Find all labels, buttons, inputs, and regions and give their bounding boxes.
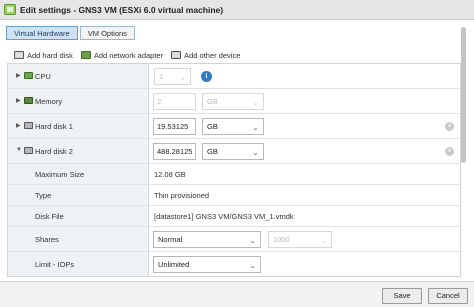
remove-device-icon[interactable]: × <box>445 147 454 156</box>
hard-disk-1-unit-value: GB <box>207 122 218 131</box>
add-hard-disk-button[interactable]: Add hard disk <box>14 51 73 60</box>
hardware-toolbar: Add hard disk Add network adapter Add ot… <box>14 48 240 62</box>
type-label-cell: Type <box>8 185 149 205</box>
tab-bar: Virtual Hardware VM Options <box>6 26 135 40</box>
row-limit-iops: Limit - IOPs Unlimited ⌄ <box>8 252 460 276</box>
limit-iops-select[interactable]: Unlimited ⌄ <box>153 256 261 273</box>
hard-disk-2-unit-select[interactable]: GB ⌄ <box>202 143 264 160</box>
maximum-size-label: Maximum Size <box>35 170 85 179</box>
hard-disk-2-size-input[interactable]: 488.28125 <box>153 143 196 160</box>
row-shares: Shares Normal ⌄ 1000 ⌄ <box>8 227 460 252</box>
info-icon[interactable]: i <box>201 71 212 82</box>
limit-iops-label-cell: Limit - IOPs <box>8 252 149 276</box>
hard-disk-icon <box>24 147 33 154</box>
cpu-select-value: 1 <box>159 72 164 81</box>
remove-device-icon[interactable]: × <box>445 122 454 131</box>
memory-input[interactable]: 2 <box>153 93 196 110</box>
hardware-grid: ▶ CPU 1 ⌄ i ▶ Memory 2 GB ⌄ ▶ Hard disk … <box>7 63 461 277</box>
row-maximum-size: Maximum Size 12.08 GB <box>8 164 460 185</box>
dialog-footer: Save Cancel <box>0 281 474 307</box>
expand-arrow-icon[interactable]: ▶ <box>16 97 21 104</box>
chevron-down-icon: ⌄ <box>252 148 259 157</box>
maximum-size-value: 12.08 GB <box>154 170 186 179</box>
row-hard-disk-1: ▶ Hard disk 1 19.53125 GB ⌄ × <box>8 114 460 139</box>
hard-disk-2-unit-value: GB <box>207 147 218 156</box>
chevron-down-icon: ⌄ <box>252 98 259 107</box>
add-other-device-label: Add other device <box>184 50 241 60</box>
memory-label: Memory <box>35 97 63 106</box>
memory-unit-select[interactable]: GB ⌄ <box>202 93 264 110</box>
type-value: Thin provisioned <box>154 191 210 200</box>
disk-file-label-cell: Disk File <box>8 206 149 226</box>
save-button[interactable]: Save <box>382 288 422 304</box>
chevron-down-icon: ⌄ <box>249 261 256 270</box>
chevron-down-icon: ⌄ <box>179 73 186 82</box>
chevron-down-icon: ⌄ <box>252 123 259 132</box>
cpu-icon <box>24 72 33 79</box>
memory-icon <box>24 97 33 104</box>
row-type: Type Thin provisioned <box>8 185 460 206</box>
row-disk-file: Disk File [datastore1] GNS3 VM/GNS3 VM_1… <box>8 206 460 227</box>
cpu-select[interactable]: 1 ⌄ <box>154 68 191 85</box>
row-cpu: ▶ CPU 1 ⌄ i <box>8 64 460 89</box>
add-other-device-button[interactable]: Add other device <box>171 51 240 60</box>
vm-icon <box>4 4 16 15</box>
add-network-adapter-button[interactable]: Add network adapter <box>80 50 164 60</box>
shares-select-value: Normal <box>158 235 183 244</box>
expand-arrow-icon[interactable]: ▶ <box>16 122 21 129</box>
cpu-label: CPU <box>35 72 51 81</box>
limit-iops-label: Limit - IOPs <box>35 260 75 269</box>
shares-select[interactable]: Normal ⌄ <box>153 231 261 248</box>
shares-label-cell: Shares <box>8 227 149 251</box>
shares-label: Shares <box>35 235 59 244</box>
maximum-size-label-cell: Maximum Size <box>8 164 149 184</box>
shares-amount-select[interactable]: 1000 ⌄ <box>268 231 332 248</box>
add-network-adapter-label: Add network adapter <box>93 50 164 60</box>
memory-label-cell[interactable]: ▶ Memory <box>8 89 149 113</box>
memory-unit-value: GB <box>207 97 218 106</box>
chevron-down-icon: ⌄ <box>320 236 327 245</box>
row-hard-disk-2: ▼ Hard disk 2 488.28125 GB ⌄ × <box>8 139 460 164</box>
tab-virtual-hardware[interactable]: Virtual Hardware <box>6 26 78 40</box>
network-adapter-icon <box>80 51 91 59</box>
window-titlebar: Edit settings - GNS3 VM (ESXi 6.0 virtua… <box>0 0 474 20</box>
hard-disk-icon <box>14 51 24 59</box>
scrollbar[interactable] <box>461 27 466 163</box>
tab-vm-options[interactable]: VM Options <box>79 26 135 40</box>
limit-iops-select-value: Unlimited <box>158 260 190 269</box>
hard-disk-icon <box>24 122 33 129</box>
window-title: Edit settings - GNS3 VM (ESXi 6.0 virtua… <box>20 5 224 15</box>
cancel-button[interactable]: Cancel <box>428 288 468 304</box>
disk-file-value: [datastore1] GNS3 VM/GNS3 VM_1.vmdk <box>154 212 294 221</box>
row-memory: ▶ Memory 2 GB ⌄ <box>8 89 460 114</box>
hard-disk-1-label: Hard disk 1 <box>35 122 73 131</box>
cpu-label-cell[interactable]: ▶ CPU <box>8 64 149 88</box>
hard-disk-1-size-input[interactable]: 19.53125 <box>153 118 196 135</box>
collapse-arrow-icon[interactable]: ▼ <box>16 147 22 153</box>
expand-arrow-icon[interactable]: ▶ <box>16 72 21 79</box>
add-hard-disk-label: Add hard disk <box>27 50 73 60</box>
hard-disk-1-unit-select[interactable]: GB ⌄ <box>202 118 264 135</box>
chevron-down-icon: ⌄ <box>249 236 256 245</box>
hard-disk-2-label-cell[interactable]: ▼ Hard disk 2 <box>8 139 149 163</box>
hard-disk-1-label-cell[interactable]: ▶ Hard disk 1 <box>8 114 149 138</box>
device-icon <box>171 51 182 59</box>
disk-file-label: Disk File <box>35 212 64 221</box>
shares-amount-value: 1000 <box>273 235 290 244</box>
type-label: Type <box>35 191 52 200</box>
hard-disk-2-label: Hard disk 2 <box>35 147 73 156</box>
